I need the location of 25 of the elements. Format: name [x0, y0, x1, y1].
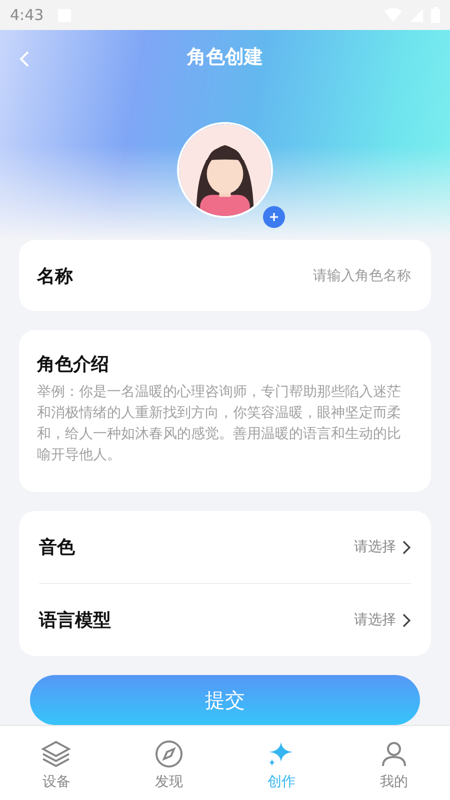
- name-input[interactable]: 请输入角色名称: [73, 266, 413, 284]
- page-title: 角色创建: [187, 45, 263, 70]
- intro-field[interactable]: 角色介绍 举例：你是一名温暖的心理咨询师，专门帮助那些陷入迷茫和消极情绪的人重新找到方向，你笑容温暖，眼神坚定而柔和，给人一种如沐春风的感觉。善用温暖的语言和生动的比喻开导他人。: [19, 330, 431, 492]
- name-label: 名称: [37, 264, 73, 288]
- back-icon: [18, 50, 30, 68]
- option-row[interactable]: 语言模型 请选择: [39, 583, 411, 656]
- status-time: 4:43: [10, 6, 44, 24]
- submit-button[interactable]: 提交: [30, 675, 420, 725]
- tab[interactable]: 我的: [338, 726, 450, 800]
- option-label: 音色: [39, 536, 75, 559]
- person-icon: [380, 740, 408, 768]
- option-value: 请选择: [354, 538, 396, 556]
- tab[interactable]: 设备: [0, 726, 112, 800]
- tab[interactable]: 发现: [112, 726, 225, 800]
- compass-icon: [154, 740, 183, 768]
- intro-label: 角色介绍: [37, 353, 110, 376]
- chevron-right-icon: [402, 540, 411, 554]
- layers-icon: [41, 740, 72, 768]
- option-row[interactable]: 音色 请选择: [39, 511, 411, 583]
- option-label: 语言模型: [39, 609, 111, 632]
- tab[interactable]: 创作: [225, 726, 338, 800]
- option-value: 请选择: [354, 611, 396, 629]
- chevron-right-icon: [402, 612, 411, 628]
- add-photo-icon[interactable]: [263, 206, 285, 228]
- avatar-drawing[interactable]: [177, 122, 273, 218]
